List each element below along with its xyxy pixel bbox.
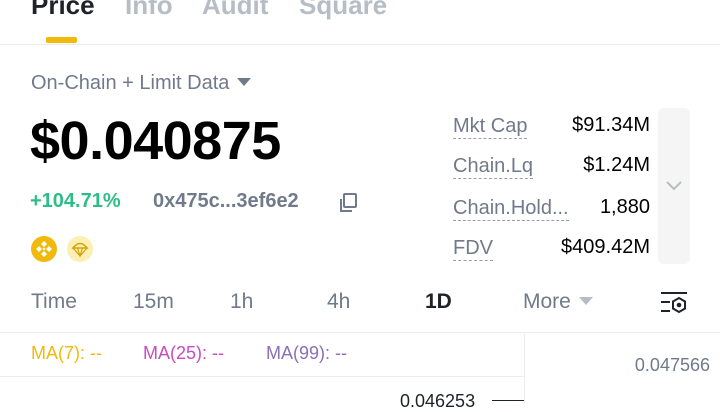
ma99-label: MA(99): -- [266, 343, 347, 363]
interval-more[interactable]: More [523, 290, 593, 314]
tab-info[interactable]: Info [125, 0, 173, 21]
chart-settings-icon[interactable] [658, 288, 690, 318]
expand-stats-button[interactable] [658, 108, 690, 264]
interval-4h[interactable]: 4h [327, 290, 350, 314]
interval-time[interactable]: Time [31, 290, 77, 314]
price-axis-divider [524, 334, 525, 404]
stat-value-mkt-cap: $91.34M [572, 114, 650, 136]
tab-price[interactable]: Price [31, 0, 95, 21]
parachute-icon [67, 236, 93, 262]
top-tab-bar: Price Info Audit Square [0, 0, 720, 44]
ma7-label: MA(7): -- [31, 343, 102, 363]
data-source-label: On-Chain + Limit Data [31, 72, 230, 94]
chevron-down-icon [666, 181, 682, 191]
interval-more-label: More [523, 290, 571, 313]
price-axis-high: 0.047566 [634, 355, 710, 375]
interval-15m[interactable]: 15m [133, 290, 174, 314]
stat-value-fdv: $409.42M [561, 236, 650, 258]
caret-down-icon [578, 297, 593, 305]
ma25-label: MA(25): -- [143, 343, 224, 363]
current-price-line [492, 400, 524, 401]
stat-value-chain-lq: $1.24M [583, 154, 650, 176]
interval-1d[interactable]: 1D [425, 290, 452, 314]
contract-address: 0x475c...3ef6e2 [153, 190, 299, 212]
caret-down-icon [237, 78, 252, 86]
interval-divider [0, 332, 720, 333]
chart-gridline [0, 376, 524, 377]
stat-label-chain-holders[interactable]: Chain.Hold... [453, 196, 569, 221]
interval-1h[interactable]: 1h [230, 290, 253, 314]
current-price-marker: 0.046253 [400, 391, 476, 411]
token-price: $0.040875 [30, 111, 281, 171]
data-source-selector[interactable]: On-Chain + Limit Data [31, 72, 252, 95]
bnb-chain-icon [31, 236, 57, 262]
stat-label-chain-lq[interactable]: Chain.Lq [453, 154, 534, 179]
active-tab-indicator [46, 37, 77, 43]
price-change: +104.71% [30, 190, 121, 212]
copy-icon[interactable] [338, 192, 360, 214]
stat-value-chain-holders: 1,880 [599, 196, 650, 218]
stat-label-fdv[interactable]: FDV [453, 236, 493, 261]
tab-square[interactable]: Square [299, 0, 387, 21]
stat-label-mkt-cap[interactable]: Mkt Cap [453, 114, 528, 139]
tabs-divider [0, 44, 720, 45]
tab-audit[interactable]: Audit [202, 0, 268, 21]
